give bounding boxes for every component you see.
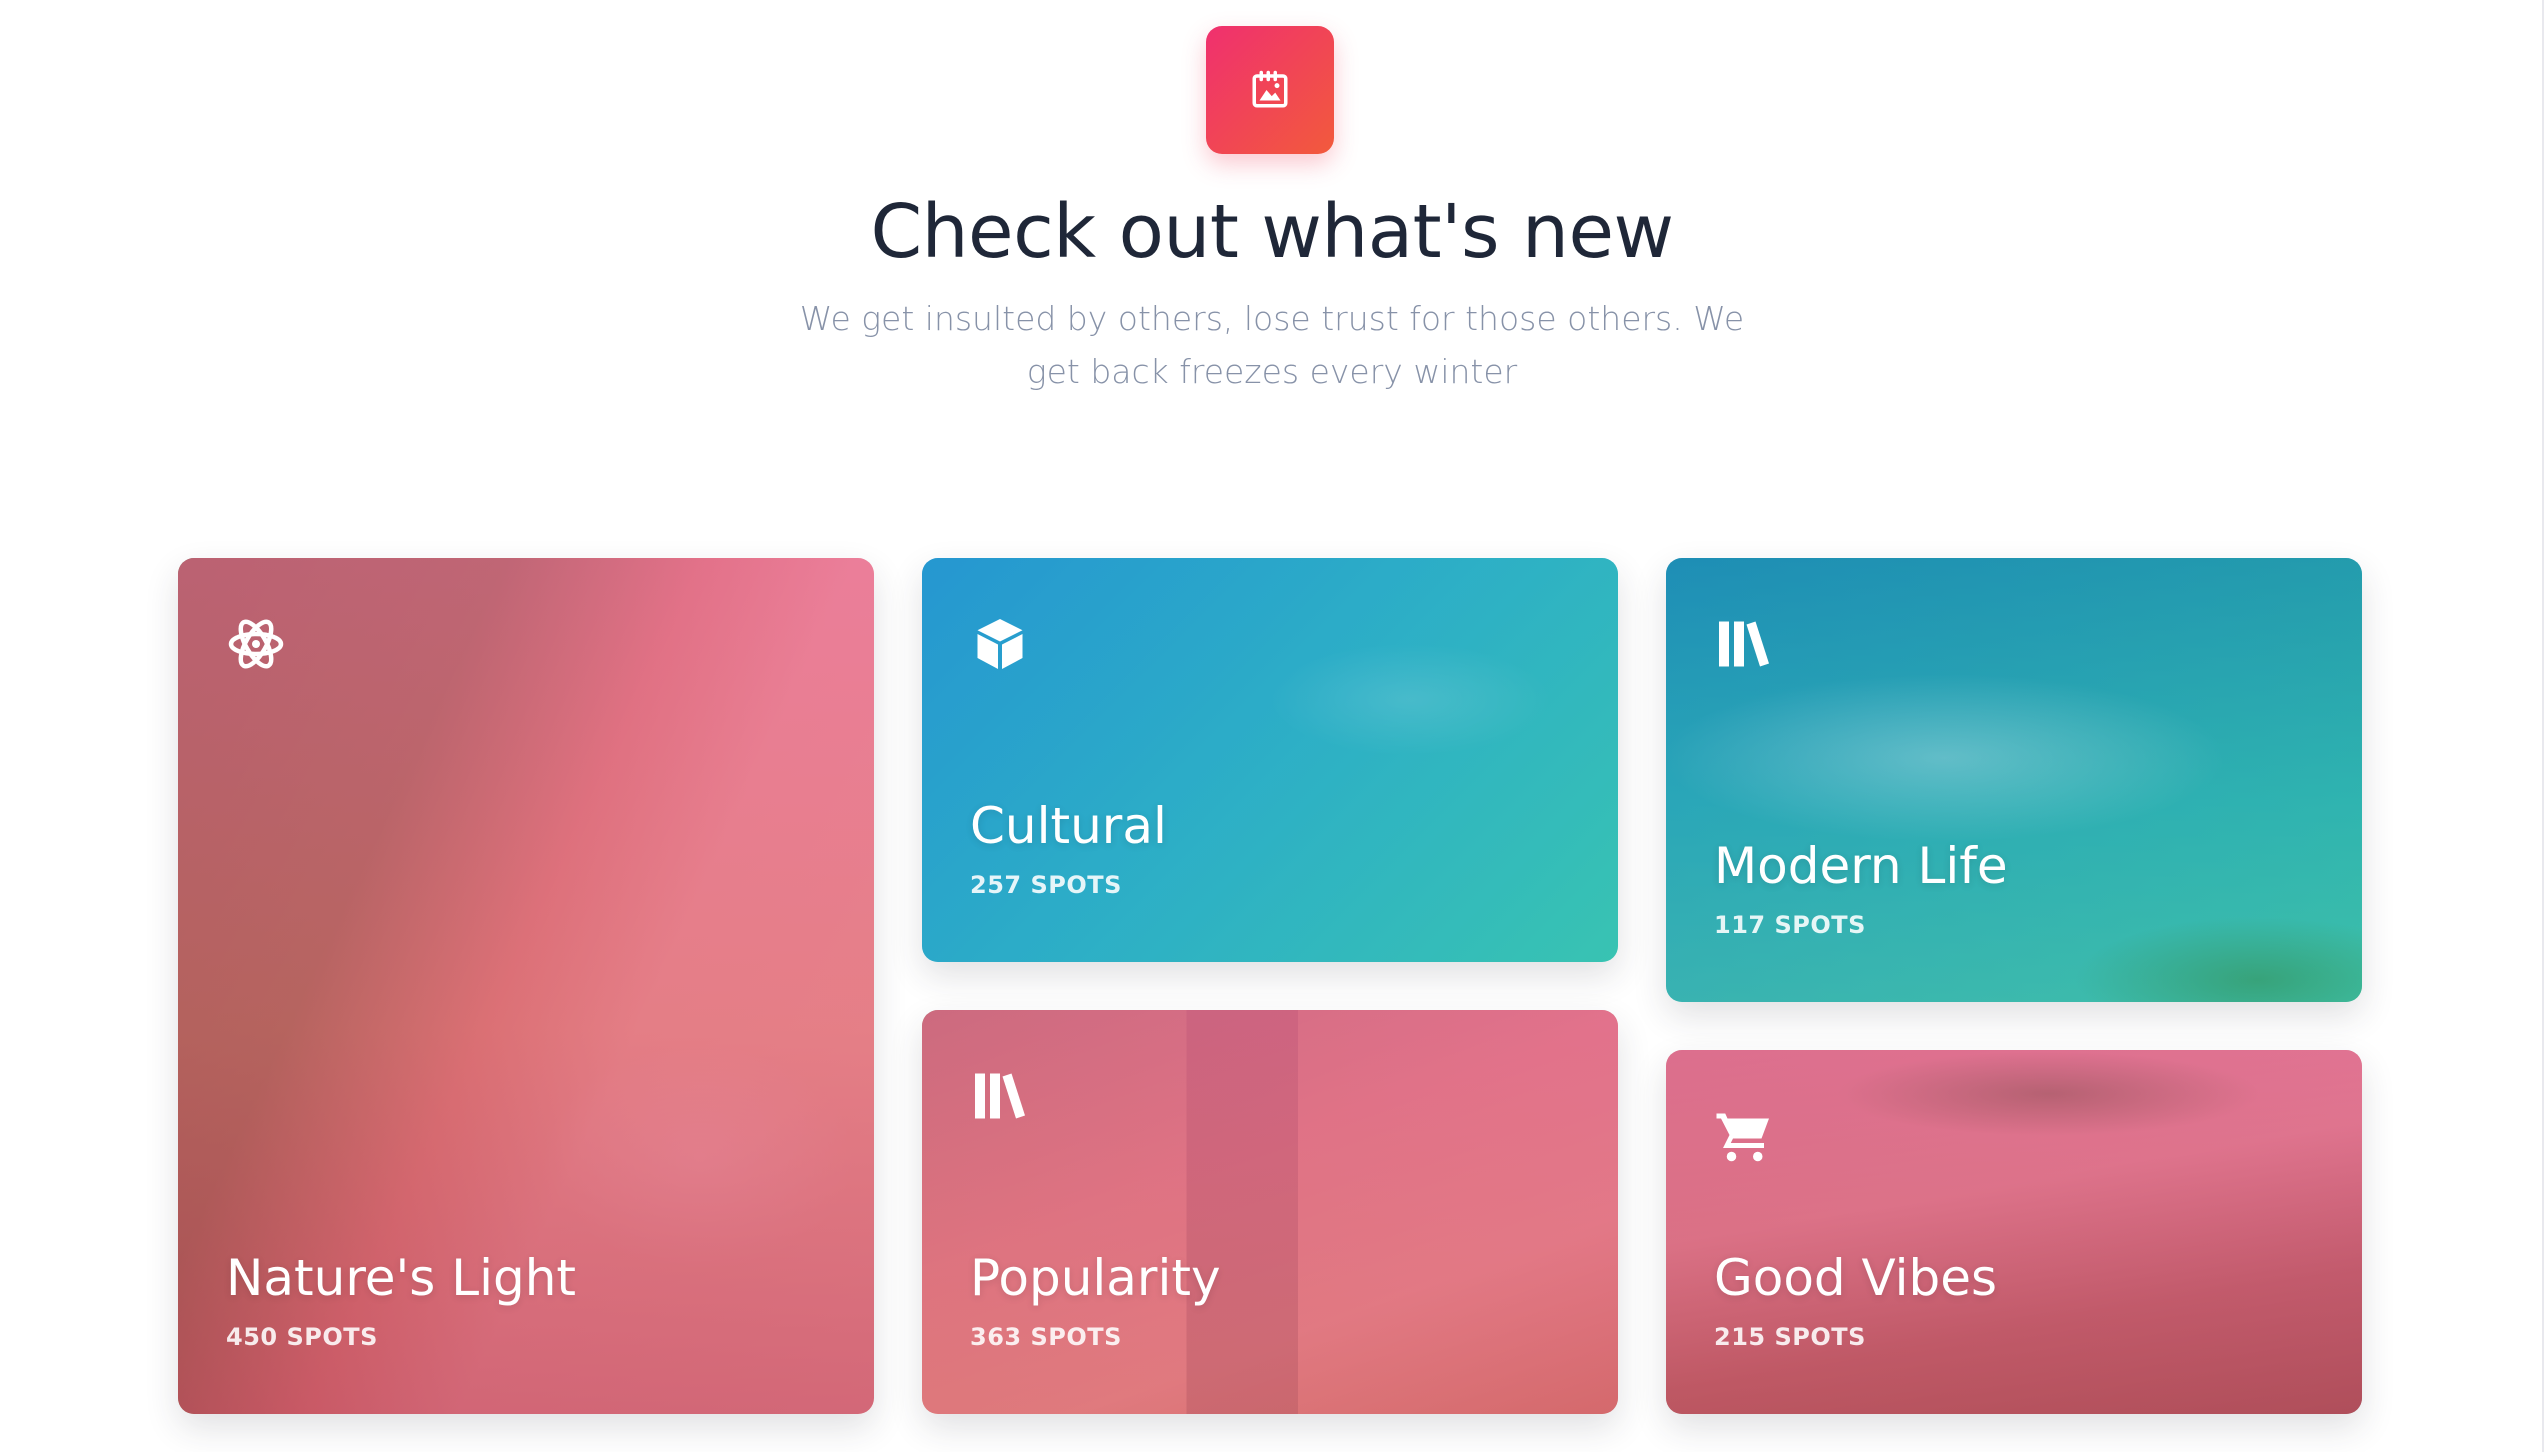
cube-icon — [977, 619, 1023, 669]
card-spots-count: 450 SPOTS — [226, 1323, 378, 1351]
card-title: Modern Life — [1714, 837, 2008, 895]
card-spots-count: 363 SPOTS — [970, 1323, 1122, 1351]
header-badge — [1206, 26, 1334, 154]
card-title: Good Vibes — [1714, 1249, 1998, 1307]
library-books-icon — [1719, 621, 1769, 667]
card-good-vibes[interactable]: Good Vibes 215 SPOTS — [1666, 1050, 2362, 1414]
card-title: Popularity — [970, 1249, 1221, 1307]
card-title: Cultural — [970, 797, 1167, 855]
card-spots-count: 117 SPOTS — [1714, 911, 1866, 939]
card-spots-count: 215 SPOTS — [1714, 1323, 1866, 1351]
image-calendar-icon — [1252, 70, 1288, 108]
page-title: Check out what's new — [870, 189, 1674, 275]
card-modern-life[interactable]: Modern Life 117 SPOTS — [1666, 558, 2362, 1002]
card-popularity[interactable]: Popularity 363 SPOTS — [922, 1010, 1618, 1414]
card-natures-light[interactable]: Nature's Light 450 SPOTS — [178, 558, 874, 1414]
page-subtitle: We get insulted by others, lose trust fo… — [799, 299, 1745, 391]
card-cultural[interactable]: Cultural 257 SPOTS — [922, 558, 1618, 962]
atom-icon — [228, 619, 284, 669]
card-color-overlay — [1666, 1050, 2362, 1414]
card-spots-count: 257 SPOTS — [970, 871, 1122, 899]
card-title: Nature's Light — [226, 1249, 577, 1307]
library-books-icon — [975, 1073, 1025, 1119]
page: Check out what's new We get insulted by … — [0, 0, 2544, 1452]
shopping-cart-icon — [1716, 1113, 1769, 1162]
